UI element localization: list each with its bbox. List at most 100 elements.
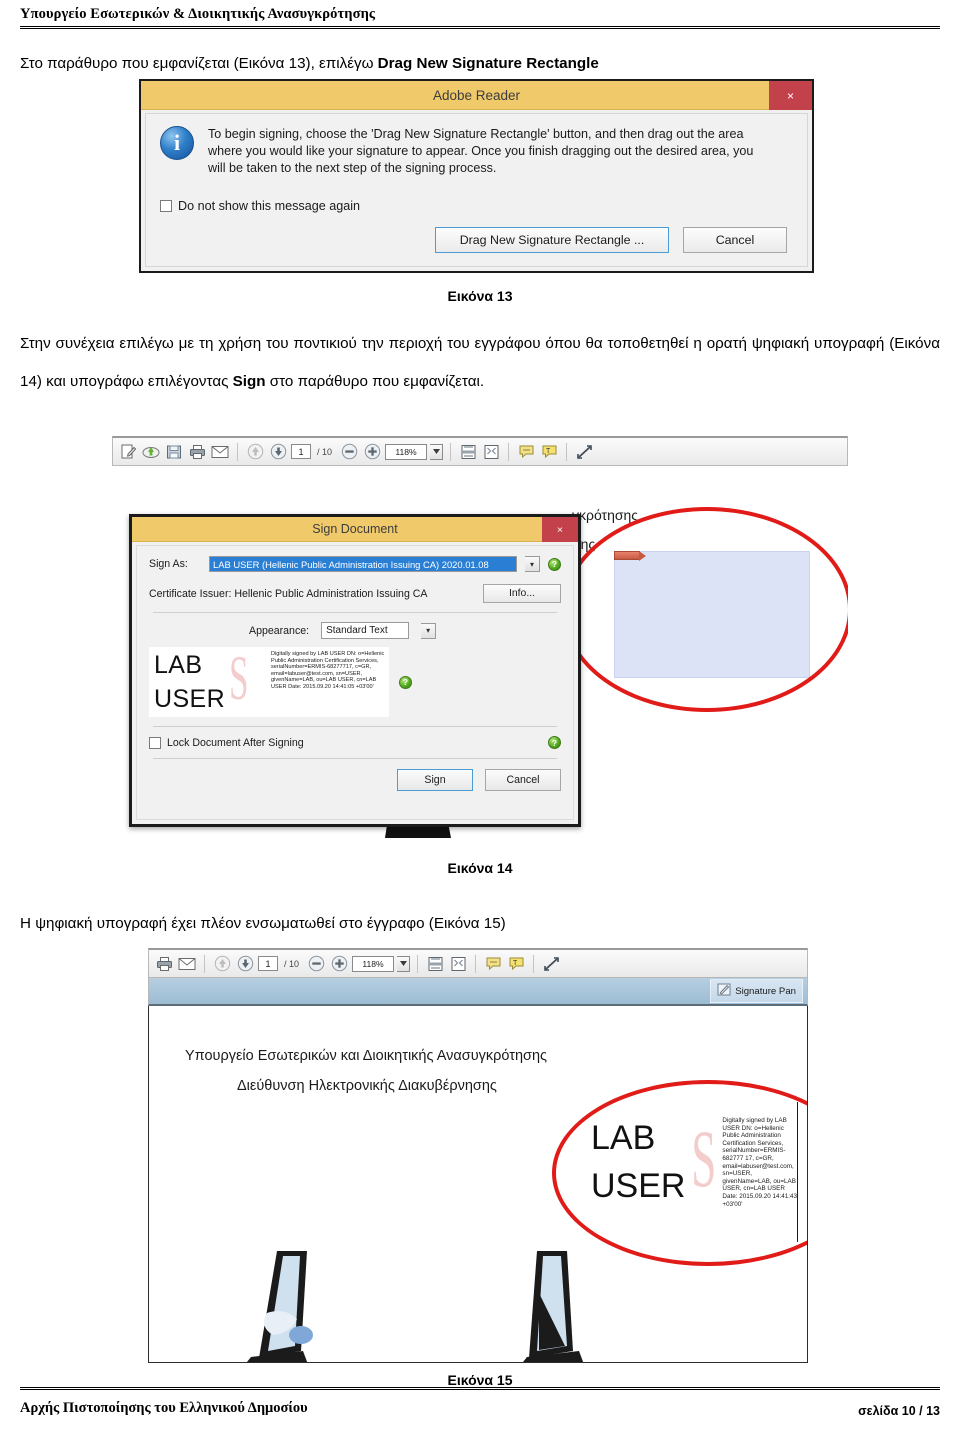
divider — [153, 612, 557, 613]
zoom-level-input[interactable]: 118% — [352, 955, 395, 972]
signature-preview-row: S LAB USER Digitally signed by LAB USER … — [149, 647, 561, 717]
page-number-input[interactable]: 1 — [291, 444, 311, 459]
header-divider — [20, 26, 940, 29]
monitor-left-graphic — [229, 1251, 359, 1362]
signature-panel-button[interactable]: Signature Pan — [710, 979, 803, 1003]
page-header: Υπουργείο Εσωτερικών & Διοικητικής Ανασυ… — [20, 6, 940, 29]
chevron-down-icon[interactable] — [397, 955, 411, 972]
help-icon[interactable]: ? — [548, 736, 561, 749]
sign-pen-icon[interactable] — [118, 442, 138, 462]
sign-dialog-button-row: Sign Cancel — [149, 769, 561, 791]
paragraph-2-bold: Sign — [232, 373, 266, 390]
dialog-title: Adobe Reader — [432, 88, 521, 103]
page-view-icon[interactable] — [481, 442, 501, 462]
signature-panel-icon — [717, 983, 731, 999]
signature-name-text: LAB USER — [591, 1119, 686, 1205]
comment-icon[interactable] — [483, 954, 503, 974]
chevron-down-icon[interactable]: ▾ — [421, 622, 437, 639]
toolbar-separator — [475, 954, 477, 973]
toolbar-separator — [204, 954, 205, 973]
toolbar-separator — [508, 442, 510, 461]
toolbar-separator — [417, 954, 419, 973]
zoom-out-icon[interactable] — [306, 954, 326, 974]
page-fit-icon[interactable] — [425, 954, 445, 974]
print-icon[interactable] — [154, 954, 174, 974]
zoom-level-input[interactable]: 118% — [385, 443, 428, 460]
help-icon[interactable]: ? — [548, 557, 561, 571]
sign-button[interactable]: Sign — [397, 769, 473, 791]
signature-notification-bar: Signature Pan — [148, 978, 808, 1006]
page-total-label: / 10 — [317, 446, 333, 457]
paragraph-2-text-b: στο παράθυρο που εμφανίζεται. — [265, 373, 485, 390]
footer-left-text: Αρχής Πιστοποίησης του Ελληνικού Δημοσίο… — [20, 1400, 308, 1416]
embedded-signature-block: S LAB USER Digitally signed by LAB USER … — [589, 1113, 799, 1222]
chevron-down-icon[interactable]: ▾ — [525, 556, 540, 572]
certificate-issuer-label: Certificate Issuer: Hellenic Public Admi… — [149, 587, 428, 600]
divider — [153, 758, 557, 759]
appearance-select[interactable]: Standard Text — [321, 622, 410, 639]
appearance-label: Appearance: — [249, 624, 310, 637]
do-not-show-checkbox[interactable] — [160, 200, 172, 212]
message-row: i To begin signing, choose the 'Drag New… — [160, 126, 793, 177]
caption-figure-13: Εικόνα 13 — [447, 288, 513, 304]
drag-new-signature-rectangle-button[interactable]: Drag New Signature Rectangle ... — [435, 227, 669, 253]
cancel-button[interactable]: Cancel — [485, 769, 561, 791]
paragraph-3: Η ψηφιακή υπογραφή έχει πλέον ενσωματωθε… — [20, 915, 506, 932]
fullscreen-icon[interactable] — [574, 442, 594, 462]
footer-page-number: σελίδα 10 / 13 — [858, 1404, 940, 1418]
pdf-toolbar: 1 / 10 118% T — [112, 436, 848, 466]
page-up-icon[interactable] — [245, 442, 265, 462]
page-up-icon[interactable] — [212, 954, 232, 974]
do-not-show-row[interactable]: Do not show this message again — [160, 199, 793, 213]
page-down-icon[interactable] — [235, 954, 255, 974]
chevron-down-icon[interactable] — [430, 443, 444, 460]
paragraph-1-bold: Drag New Signature Rectangle — [377, 55, 599, 72]
page-fit-icon[interactable] — [458, 442, 478, 462]
info-button[interactable]: Info... — [483, 584, 561, 603]
page-view-icon[interactable] — [448, 954, 468, 974]
do-not-show-label: Do not show this message again — [178, 199, 361, 213]
sign-dialog-title: Sign Document — [312, 522, 398, 536]
email-icon[interactable] — [177, 954, 197, 974]
sign-as-label: Sign As: — [149, 558, 188, 570]
signed-document-line-2: Διεύθυνση Ηλεκτρονικής Διακυβέρνησης — [237, 1078, 497, 1094]
save-icon[interactable] — [164, 442, 184, 462]
highlight-text-icon[interactable]: T — [506, 954, 526, 974]
pdf-toolbar-signed: 1 / 10 118% T — [148, 948, 808, 978]
page-down-icon[interactable] — [268, 442, 288, 462]
zoom-in-icon[interactable] — [329, 954, 349, 974]
red-ellipse-annotation — [562, 507, 848, 712]
zoom-in-icon[interactable] — [362, 442, 382, 462]
paragraph-1: Στο παράθυρο που εμφανίζεται (Εικόνα 13)… — [20, 45, 940, 83]
page-total-label: / 10 — [284, 958, 300, 969]
svg-text:T: T — [546, 448, 551, 455]
sign-dialog-titlebar: Sign Document × — [132, 517, 578, 542]
fullscreen-icon[interactable] — [541, 954, 561, 974]
caption-figure-14: Εικόνα 14 — [447, 860, 513, 876]
page-number-input[interactable]: 1 — [258, 956, 278, 971]
email-icon[interactable] — [210, 442, 230, 462]
divider — [153, 726, 557, 727]
cloud-upload-icon[interactable] — [141, 442, 161, 462]
lock-document-checkbox[interactable] — [149, 736, 161, 749]
print-icon[interactable] — [187, 442, 207, 462]
appearance-row: Appearance: Standard Text ▾ — [149, 622, 561, 639]
sign-as-select[interactable]: LAB USER (Hellenic Public Administration… — [209, 556, 517, 572]
signature-panel-label: Signature Pan — [735, 985, 796, 997]
lock-document-row[interactable]: Lock Document After Signing ? — [149, 736, 561, 749]
close-icon[interactable]: × — [542, 517, 578, 542]
comment-icon[interactable] — [516, 442, 536, 462]
signature-appearance-preview: S LAB USER Digitally signed by LAB USER … — [149, 647, 389, 717]
dialog-button-row: Drag New Signature Rectangle ... Cancel — [160, 227, 793, 253]
paragraph-2: Στην συνέχεια επιλέγω με τη χρήση του πο… — [20, 325, 940, 401]
signature-certificate-details: Digitally signed by LAB USER DN: o=Helle… — [722, 1117, 797, 1208]
figure-14-canvas: γκρότησης σης Sign Document × Sign As: L… — [112, 483, 848, 841]
help-icon[interactable]: ? — [399, 675, 412, 689]
highlight-text-icon[interactable]: T — [539, 442, 559, 462]
toolbar-separator — [450, 442, 452, 461]
zoom-out-icon[interactable] — [339, 442, 359, 462]
close-icon[interactable]: × — [769, 81, 812, 110]
paragraph-1-text: Στο παράθυρο που εμφανίζεται (Εικόνα 13)… — [20, 55, 378, 72]
cancel-button[interactable]: Cancel — [683, 227, 787, 253]
document-text-line-1: γκρότησης — [572, 507, 639, 523]
